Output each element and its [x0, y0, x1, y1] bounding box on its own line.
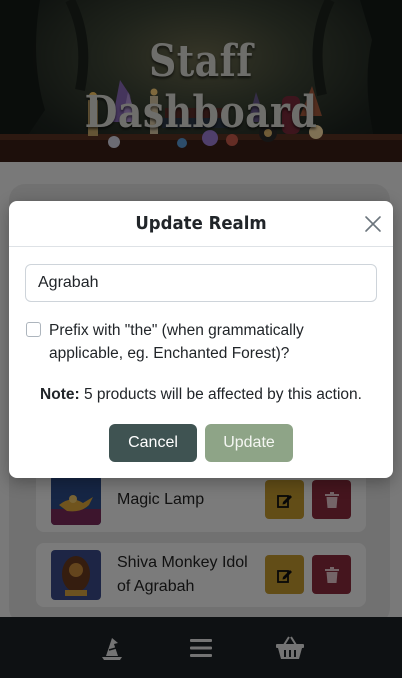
close-icon — [365, 216, 381, 232]
realm-name-input[interactable] — [25, 264, 377, 302]
prefix-checkbox-label[interactable]: Prefix with "the" (when grammatically ap… — [49, 319, 349, 365]
affected-products-note: Note: 5 products will be affected by thi… — [9, 386, 393, 404]
prefix-checkbox[interactable] — [26, 322, 41, 337]
close-button[interactable] — [363, 214, 383, 234]
note-text: 5 products will be affected by this acti… — [79, 386, 362, 403]
note-label: Note: — [40, 386, 80, 403]
cancel-button[interactable]: Cancel — [109, 424, 197, 462]
modal-title: Update Realm — [135, 213, 267, 234]
modal-header: Update Realm — [9, 201, 393, 247]
update-button[interactable]: Update — [205, 424, 293, 462]
update-realm-modal: Update Realm Prefix with "the" (when gra… — [9, 201, 393, 478]
